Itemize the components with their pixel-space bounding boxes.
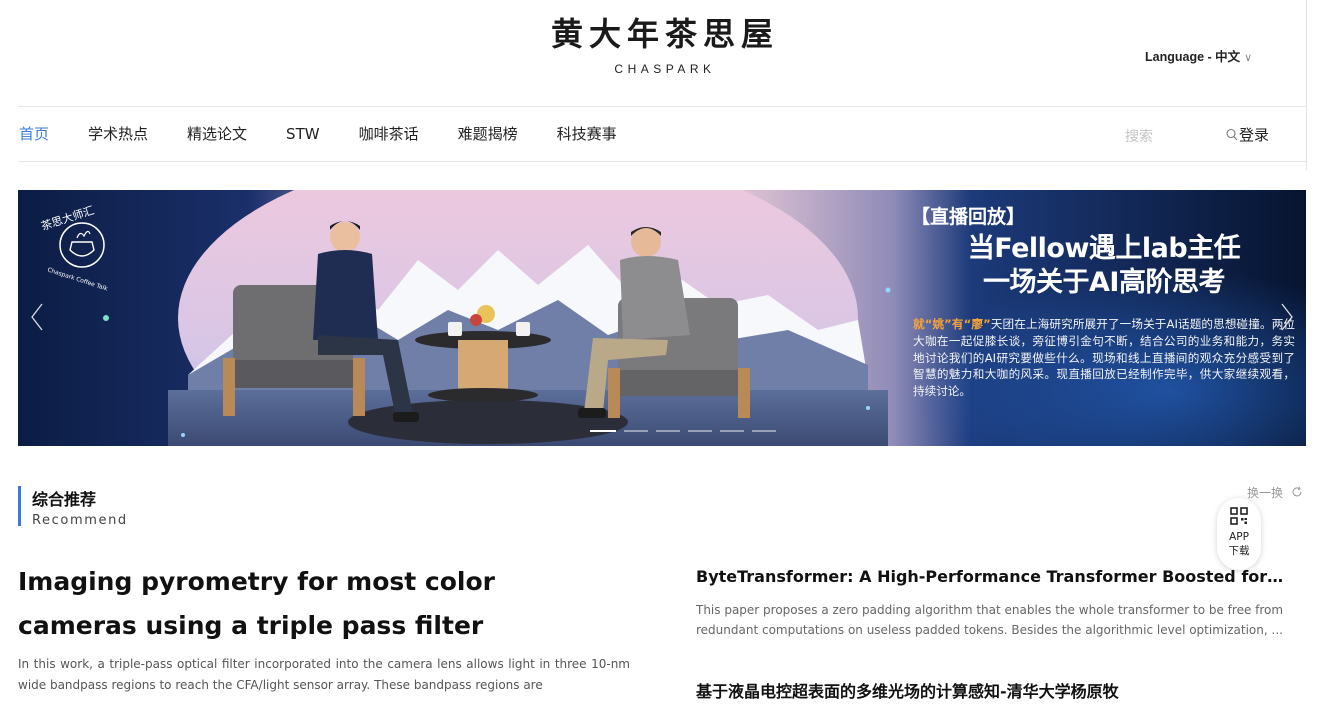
logo-chinese: 黄大年茶思屋 (550, 15, 779, 53)
site-logo[interactable]: 黄大年茶思屋 CHASPARK (520, 14, 810, 76)
banner-description: 就“姚”有“廖”天团在上海研究所展开了一场关于AI话题的思想碰撞。两位大咖在一起… (913, 316, 1295, 400)
banner-description-highlight: 就“姚”有“廖” (913, 317, 991, 331)
page-right-border (1306, 0, 1307, 170)
nav-item-home[interactable]: 首页 (19, 125, 49, 143)
language-selector[interactable]: Language - 中文 ∨ (1145, 46, 1252, 65)
banner-tag: 【直播回放】 (911, 206, 1026, 228)
article-desc: This paper proposes a zero padding algor… (696, 603, 1284, 637)
banner-title-line1: 当Fellow遇上lab主任 (967, 233, 1241, 264)
section-subtitle: Recommend (32, 513, 128, 528)
refresh-icon (1292, 486, 1302, 497)
carousel-dot[interactable] (590, 430, 616, 432)
nav-item-academic-hotspots[interactable]: 学术热点 (88, 125, 148, 143)
logo-english: CHASPARK (614, 62, 716, 76)
carousel-dot[interactable] (720, 430, 744, 432)
download-label: 下载 (1228, 545, 1250, 557)
chevron-right-icon[interactable] (1280, 302, 1294, 332)
banner-title-line2: 一场关于AI高阶思考 (983, 267, 1225, 298)
section-title: 综合推荐 (32, 490, 97, 509)
main-nav: 首页 学术热点 精选论文 STW 咖啡茶话 难题揭榜 科技赛事 (19, 125, 656, 143)
nav-divider (18, 161, 1307, 162)
section-accent-bar (18, 486, 21, 526)
carousel-dot[interactable] (624, 430, 648, 432)
featured-article-title[interactable]: Imaging pyrometry for most color cameras… (18, 560, 618, 648)
article-title[interactable]: ByteTransformer: A High-Performance Tran… (696, 567, 1286, 586)
chevron-down-icon: ∨ (1244, 52, 1253, 64)
featured-article-desc: In this work, a triple-pass optical filt… (18, 657, 630, 692)
app-label: APP (1229, 531, 1249, 543)
header-divider (18, 106, 1307, 107)
qr-code-icon (1230, 507, 1248, 525)
nav-item-stw[interactable]: STW (286, 125, 320, 143)
nav-item-challenges[interactable]: 难题揭榜 (458, 125, 518, 143)
chevron-left-icon[interactable] (30, 302, 44, 332)
hero-banner[interactable]: 茶思大师汇 Chaspark Coffee Talk 【直播回放】 当Fello… (18, 190, 1306, 446)
nav-item-selected-papers[interactable]: 精选论文 (187, 125, 247, 143)
search-input[interactable]: 搜索 (1125, 126, 1153, 146)
carousel-dot[interactable] (688, 430, 712, 432)
carousel-dot[interactable] (656, 430, 680, 432)
app-download-button[interactable]: APP 下载 (1217, 498, 1261, 570)
search-icon[interactable] (1226, 128, 1238, 142)
nav-item-competitions[interactable]: 科技赛事 (557, 125, 617, 143)
language-label: Language - 中文 (1145, 50, 1241, 64)
carousel-dot[interactable] (752, 430, 776, 432)
login-button[interactable]: 登录 (1239, 124, 1269, 145)
banner-text-block: 【直播回放】 当Fellow遇上lab主任 一场关于AI高阶思考 就“姚”有“廖… (911, 204, 1295, 400)
article-title[interactable]: 基于液晶电控超表面的多维光场的计算感知-清华大学杨原牧 (696, 678, 1286, 702)
carousel-indicators (590, 430, 776, 432)
nav-item-coffee-talk[interactable]: 咖啡茶话 (359, 125, 419, 143)
